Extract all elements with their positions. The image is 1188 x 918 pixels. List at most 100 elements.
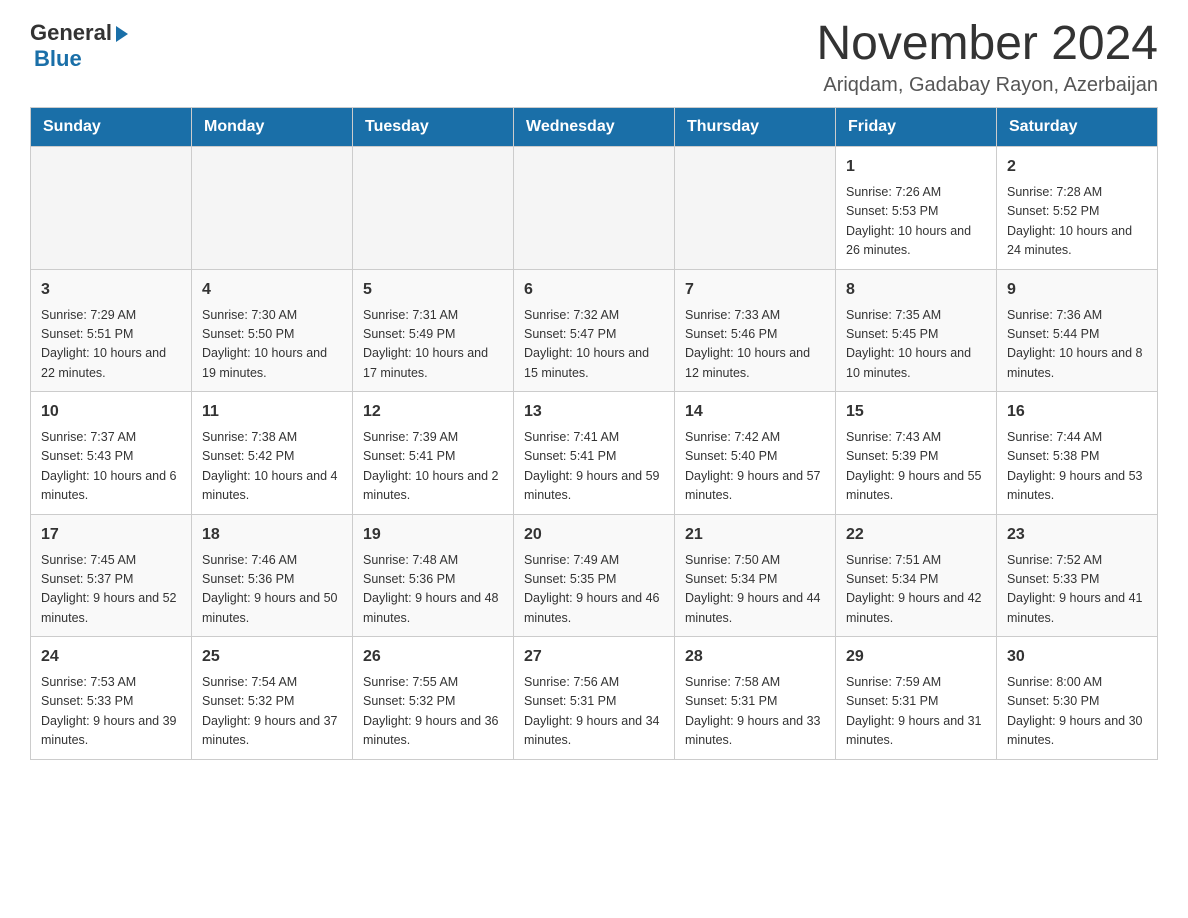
- day-number: 28: [685, 645, 825, 669]
- day-number: 7: [685, 278, 825, 302]
- day-number: 20: [524, 523, 664, 547]
- calendar-cell: 17 Sunrise: 7:45 AMSunset: 5:37 PMDayligh…: [31, 514, 192, 637]
- day-info: Sunrise: 7:32 AMSunset: 5:47 PMDaylight:…: [524, 306, 664, 384]
- day-info: Sunrise: 7:55 AMSunset: 5:32 PMDaylight:…: [363, 673, 503, 751]
- day-number: 8: [846, 278, 986, 302]
- calendar-cell: [353, 147, 514, 270]
- calendar-cell: 26 Sunrise: 7:55 AMSunset: 5:32 PMDayligh…: [353, 637, 514, 760]
- day-number: 4: [202, 278, 342, 302]
- day-number: 10: [41, 400, 181, 424]
- weekday-header: Saturday: [997, 108, 1158, 147]
- calendar-cell: 13Sunrise: 7:41 AMSunset: 5:41 PMDayligh…: [514, 392, 675, 515]
- day-number: 11: [202, 400, 342, 424]
- day-number: 6: [524, 278, 664, 302]
- day-info: Sunrise: 7:56 AMSunset: 5:31 PMDaylight:…: [524, 673, 664, 751]
- calendar-cell: 3 Sunrise: 7:29 AMSunset: 5:51 PMDaylight…: [31, 269, 192, 392]
- calendar-week-row: 10 Sunrise: 7:37 AMSunset: 5:43 PMDayligh…: [31, 392, 1158, 515]
- day-number: 12: [363, 400, 503, 424]
- day-info: Sunrise: 7:39 AMSunset: 5:41 PMDaylight:…: [363, 428, 503, 506]
- calendar-cell: 11 Sunrise: 7:38 AMSunset: 5:42 PMDayligh…: [192, 392, 353, 515]
- calendar-cell: 22 Sunrise: 7:51 AMSunset: 5:34 PMDayligh…: [836, 514, 997, 637]
- day-info: Sunrise: 7:59 AMSunset: 5:31 PMDaylight:…: [846, 673, 986, 751]
- day-info: Sunrise: 7:45 AMSunset: 5:37 PMDaylight:…: [41, 551, 181, 629]
- weekday-header: Tuesday: [353, 108, 514, 147]
- day-info: Sunrise: 8:00 AMSunset: 5:30 PMDaylight:…: [1007, 673, 1147, 751]
- title-section: November 2024 Ariqdam, Gadabay Rayon, Az…: [816, 20, 1158, 97]
- calendar-cell: 15Sunrise: 7:43 AMSunset: 5:39 PMDayligh…: [836, 392, 997, 515]
- logo-arrow-icon: [116, 26, 128, 42]
- day-info: Sunrise: 7:37 AMSunset: 5:43 PMDaylight:…: [41, 428, 181, 506]
- calendar-cell: 14 Sunrise: 7:42 AMSunset: 5:40 PMDayligh…: [675, 392, 836, 515]
- day-number: 17: [41, 523, 181, 547]
- calendar-header-row: SundayMondayTuesdayWednesdayThursdayFrid…: [31, 108, 1158, 147]
- calendar-cell: 9 Sunrise: 7:36 AMSunset: 5:44 PMDaylight…: [997, 269, 1158, 392]
- day-number: 19: [363, 523, 503, 547]
- day-info: Sunrise: 7:52 AMSunset: 5:33 PMDaylight:…: [1007, 551, 1147, 629]
- day-info: Sunrise: 7:36 AMSunset: 5:44 PMDaylight:…: [1007, 306, 1147, 384]
- day-info: Sunrise: 7:29 AMSunset: 5:51 PMDaylight:…: [41, 306, 181, 384]
- calendar-cell: 28 Sunrise: 7:58 AMSunset: 5:31 PMDayligh…: [675, 637, 836, 760]
- calendar-cell: 5Sunrise: 7:31 AMSunset: 5:49 PMDaylight…: [353, 269, 514, 392]
- calendar-week-row: 17 Sunrise: 7:45 AMSunset: 5:37 PMDayligh…: [31, 514, 1158, 637]
- day-number: 29: [846, 645, 986, 669]
- logo: General Blue: [30, 20, 128, 72]
- day-number: 5: [363, 278, 503, 302]
- calendar-week-row: 24 Sunrise: 7:53 AMSunset: 5:33 PMDayligh…: [31, 637, 1158, 760]
- weekday-header: Monday: [192, 108, 353, 147]
- calendar-cell: 21 Sunrise: 7:50 AMSunset: 5:34 PMDayligh…: [675, 514, 836, 637]
- calendar-cell: 8Sunrise: 7:35 AMSunset: 5:45 PMDaylight…: [836, 269, 997, 392]
- day-number: 3: [41, 278, 181, 302]
- weekday-header: Sunday: [31, 108, 192, 147]
- logo-general-text: General: [30, 20, 112, 46]
- weekday-header: Thursday: [675, 108, 836, 147]
- calendar-cell: [514, 147, 675, 270]
- day-info: Sunrise: 7:51 AMSunset: 5:34 PMDaylight:…: [846, 551, 986, 629]
- calendar-cell: 20 Sunrise: 7:49 AMSunset: 5:35 PMDayligh…: [514, 514, 675, 637]
- day-info: Sunrise: 7:50 AMSunset: 5:34 PMDaylight:…: [685, 551, 825, 629]
- calendar-cell: 29 Sunrise: 7:59 AMSunset: 5:31 PMDayligh…: [836, 637, 997, 760]
- day-info: Sunrise: 7:58 AMSunset: 5:31 PMDaylight:…: [685, 673, 825, 751]
- day-info: Sunrise: 7:49 AMSunset: 5:35 PMDaylight:…: [524, 551, 664, 629]
- day-info: Sunrise: 7:26 AMSunset: 5:53 PMDaylight:…: [846, 183, 986, 261]
- calendar-cell: 2Sunrise: 7:28 AMSunset: 5:52 PMDaylight…: [997, 147, 1158, 270]
- day-info: Sunrise: 7:46 AMSunset: 5:36 PMDaylight:…: [202, 551, 342, 629]
- calendar-cell: 24 Sunrise: 7:53 AMSunset: 5:33 PMDayligh…: [31, 637, 192, 760]
- day-number: 23: [1007, 523, 1147, 547]
- calendar-cell: 18 Sunrise: 7:46 AMSunset: 5:36 PMDayligh…: [192, 514, 353, 637]
- calendar-table: SundayMondayTuesdayWednesdayThursdayFrid…: [30, 107, 1158, 760]
- day-number: 26: [363, 645, 503, 669]
- day-number: 1: [846, 155, 986, 179]
- day-info: Sunrise: 7:30 AMSunset: 5:50 PMDaylight:…: [202, 306, 342, 384]
- calendar-cell: 12 Sunrise: 7:39 AMSunset: 5:41 PMDayligh…: [353, 392, 514, 515]
- day-info: Sunrise: 7:42 AMSunset: 5:40 PMDaylight:…: [685, 428, 825, 506]
- day-info: Sunrise: 7:28 AMSunset: 5:52 PMDaylight:…: [1007, 183, 1147, 261]
- day-info: Sunrise: 7:41 AMSunset: 5:41 PMDaylight:…: [524, 428, 664, 506]
- calendar-cell: 19 Sunrise: 7:48 AMSunset: 5:36 PMDayligh…: [353, 514, 514, 637]
- calendar-cell: [675, 147, 836, 270]
- day-info: Sunrise: 7:38 AMSunset: 5:42 PMDaylight:…: [202, 428, 342, 506]
- month-title: November 2024: [816, 20, 1158, 68]
- day-number: 14: [685, 400, 825, 424]
- day-number: 9: [1007, 278, 1147, 302]
- day-info: Sunrise: 7:53 AMSunset: 5:33 PMDaylight:…: [41, 673, 181, 751]
- day-number: 30: [1007, 645, 1147, 669]
- calendar-cell: 7Sunrise: 7:33 AMSunset: 5:46 PMDaylight…: [675, 269, 836, 392]
- location-subtitle: Ariqdam, Gadabay Rayon, Azerbaijan: [816, 74, 1158, 97]
- day-number: 22: [846, 523, 986, 547]
- day-number: 16: [1007, 400, 1147, 424]
- day-number: 24: [41, 645, 181, 669]
- day-info: Sunrise: 7:48 AMSunset: 5:36 PMDaylight:…: [363, 551, 503, 629]
- calendar-cell: 6 Sunrise: 7:32 AMSunset: 5:47 PMDaylight…: [514, 269, 675, 392]
- day-info: Sunrise: 7:43 AMSunset: 5:39 PMDaylight:…: [846, 428, 986, 506]
- day-number: 18: [202, 523, 342, 547]
- calendar-cell: 1 Sunrise: 7:26 AMSunset: 5:53 PMDaylight…: [836, 147, 997, 270]
- calendar-cell: 10 Sunrise: 7:37 AMSunset: 5:43 PMDayligh…: [31, 392, 192, 515]
- calendar-cell: 30 Sunrise: 8:00 AMSunset: 5:30 PMDayligh…: [997, 637, 1158, 760]
- day-number: 25: [202, 645, 342, 669]
- calendar-cell: [192, 147, 353, 270]
- day-number: 21: [685, 523, 825, 547]
- calendar-week-row: 1 Sunrise: 7:26 AMSunset: 5:53 PMDaylight…: [31, 147, 1158, 270]
- weekday-header: Wednesday: [514, 108, 675, 147]
- calendar-cell: 27Sunrise: 7:56 AMSunset: 5:31 PMDayligh…: [514, 637, 675, 760]
- weekday-header: Friday: [836, 108, 997, 147]
